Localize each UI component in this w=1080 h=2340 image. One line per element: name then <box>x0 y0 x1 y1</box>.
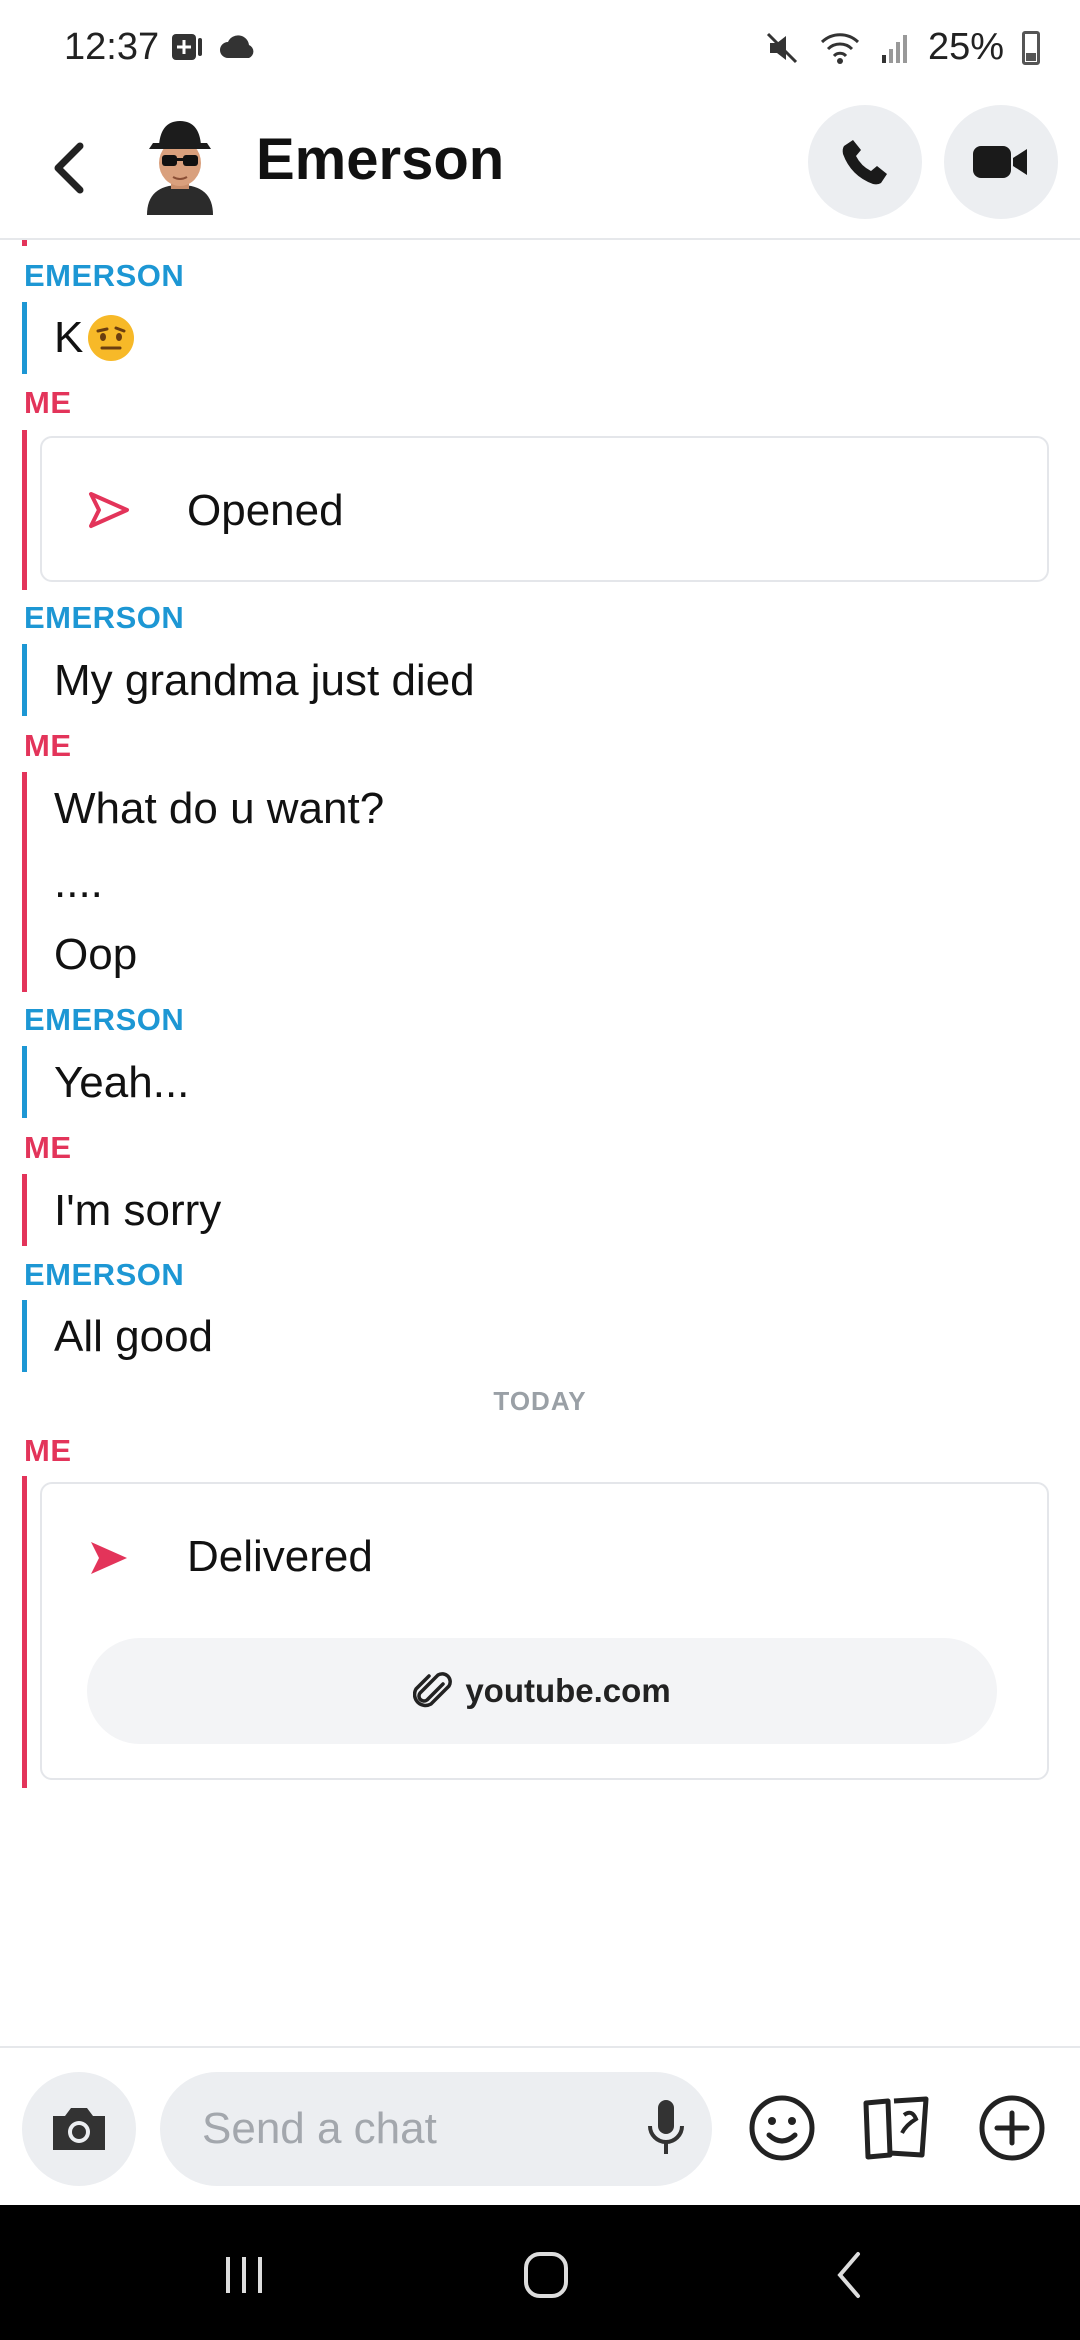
message-bar <box>22 1046 27 1118</box>
link-attachment[interactable]: youtube.com <box>87 1638 997 1744</box>
chat-message[interactable]: I'm sorry <box>54 1186 221 1236</box>
message-text: K <box>54 313 84 362</box>
recent-apps-icon <box>226 2257 262 2293</box>
phone-icon <box>842 140 887 185</box>
bitmoji-button[interactable] <box>742 2088 822 2168</box>
chat-title[interactable]: Emerson <box>256 126 504 193</box>
status-time: 12:37 <box>64 26 160 68</box>
signal-icon <box>881 34 907 63</box>
sender-label: ME <box>24 728 72 763</box>
chat-message[interactable]: All good <box>54 1312 213 1362</box>
cards-icon <box>863 2096 929 2160</box>
status-notification-icons <box>170 30 258 64</box>
sender-label: EMERSON <box>24 1002 185 1037</box>
link-text: youtube.com <box>465 1672 671 1709</box>
bitmoji-avatar-icon <box>147 121 213 215</box>
back-arrow-icon <box>837 2252 860 2298</box>
status-bar: 12:37 25% <box>0 0 1080 100</box>
thread-edge <box>22 240 27 246</box>
chat-input[interactable] <box>160 2072 712 2186</box>
date-separator: TODAY <box>493 1386 587 1416</box>
home-icon <box>524 2252 568 2298</box>
avatar[interactable] <box>135 115 225 215</box>
chat-message[interactable]: K <box>54 312 137 364</box>
snap-status: Delivered <box>187 1532 373 1581</box>
sender-label: EMERSON <box>24 600 185 635</box>
sender-label: EMERSON <box>24 258 185 293</box>
snap-card[interactable]: Delivered youtube.com <box>40 1482 1049 1780</box>
chat-message[interactable]: What do u want? <box>54 784 384 834</box>
snap-status: Opened <box>187 486 344 535</box>
back-nav-button[interactable] <box>800 2235 900 2315</box>
camera-icon <box>53 2108 105 2150</box>
message-bar <box>22 772 27 992</box>
chat-header: Emerson <box>0 100 1080 240</box>
message-bar <box>22 302 27 374</box>
paperclip-icon <box>413 1672 453 1708</box>
message-bar <box>22 1174 27 1246</box>
back-button[interactable] <box>40 128 100 208</box>
voice-call-button[interactable] <box>808 105 922 219</box>
message-bar <box>22 644 27 716</box>
snap-card[interactable]: Opened <box>40 436 1049 582</box>
message-bar <box>22 1300 27 1372</box>
smirk-emoji-icon <box>88 315 135 361</box>
more-button[interactable] <box>972 2088 1052 2168</box>
recent-apps-button[interactable] <box>194 2235 294 2315</box>
sender-label: ME <box>24 1433 72 1468</box>
battery-icon <box>1022 30 1040 65</box>
chat-message[interactable]: .... <box>54 858 103 908</box>
plus-circle-icon <box>979 2095 1045 2161</box>
system-nav-bar <box>0 2205 1080 2340</box>
memories-button[interactable] <box>856 2088 936 2168</box>
video-camera-icon <box>973 146 1027 178</box>
app-notification-icon <box>172 34 202 60</box>
chat-message[interactable]: Oop <box>54 930 137 980</box>
sender-label: EMERSON <box>24 1257 185 1292</box>
message-bar <box>22 430 27 590</box>
microphone-icon <box>648 2100 684 2154</box>
wifi-icon <box>820 32 859 64</box>
voice-note-button[interactable] <box>640 2096 692 2160</box>
chat-message[interactable]: Yeah... <box>54 1058 189 1108</box>
camera-button[interactable] <box>22 2072 136 2186</box>
smiley-icon <box>749 2095 815 2161</box>
sender-label: ME <box>24 385 72 420</box>
mute-icon <box>766 32 797 63</box>
home-button[interactable] <box>496 2235 596 2315</box>
chevron-left-icon <box>54 142 84 194</box>
message-bar <box>22 1476 27 1788</box>
cloud-icon <box>220 35 254 58</box>
sender-label: ME <box>24 1130 72 1165</box>
opened-arrow-icon <box>89 492 129 528</box>
delivered-arrow-icon <box>91 1542 127 1574</box>
status-system-icons: 25% <box>764 26 1040 69</box>
video-call-button[interactable] <box>944 105 1058 219</box>
chat-composer <box>0 2046 1080 2204</box>
chat-message[interactable]: My grandma just died <box>54 656 475 706</box>
battery-percent: 25% <box>927 26 1004 68</box>
